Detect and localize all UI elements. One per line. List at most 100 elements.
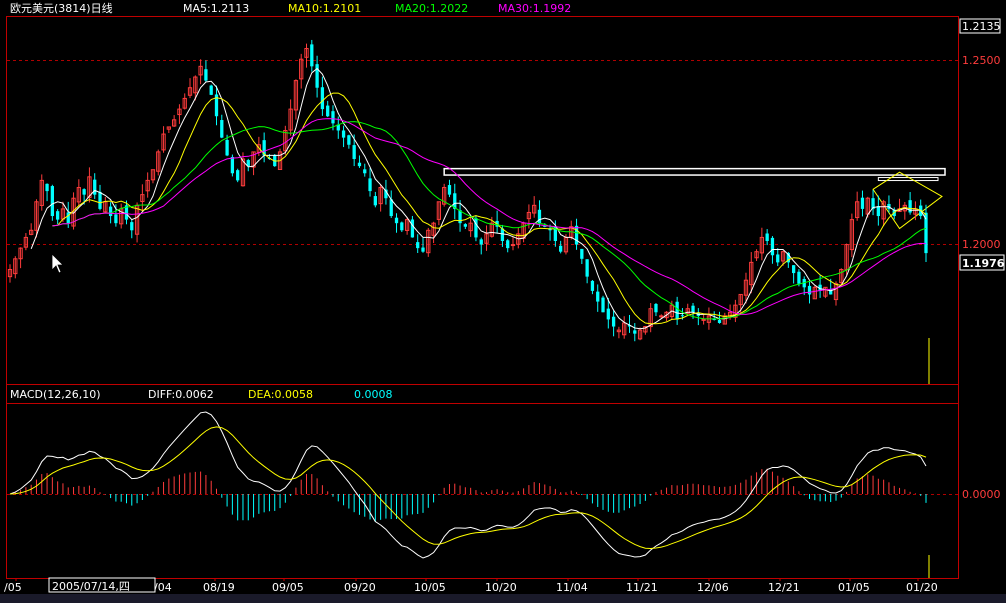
- date-tick-label: /05: [4, 581, 22, 594]
- date-tick-label: 09/05: [272, 581, 304, 594]
- candle-body-down: [770, 237, 775, 256]
- candle-body-down: [601, 297, 605, 313]
- candle-body-down: [606, 308, 610, 320]
- candle-body-up: [510, 244, 516, 247]
- date-tick-label: 09/20: [344, 581, 376, 594]
- candle-body-down: [791, 265, 796, 274]
- candle-body-down: [108, 206, 113, 217]
- price-tick-label: 1.2500: [962, 54, 1001, 67]
- candle-body-down: [590, 280, 595, 291]
- candle-body-down: [357, 162, 362, 167]
- candle-body-down: [410, 219, 415, 238]
- date-tick-label: 10/20: [485, 581, 517, 594]
- candle-body-down: [389, 199, 393, 217]
- resistance-box: [443, 167, 946, 176]
- candle-body-down: [93, 179, 97, 195]
- price-tick-label: 1.2000: [962, 238, 1001, 251]
- date-tick-label: 11/21: [626, 581, 658, 594]
- candle-body-down: [765, 233, 769, 241]
- candle-body-down: [130, 222, 134, 231]
- cursor-date-label: 2005/07/14,四: [52, 580, 130, 593]
- candle-body-down: [776, 254, 780, 263]
- candle-body-down: [633, 330, 637, 334]
- candle-body-down: [230, 156, 235, 174]
- candle-body-down: [500, 228, 505, 241]
- macd-zero-label: 0.0000: [962, 488, 1001, 501]
- candle-body-down: [315, 64, 319, 88]
- candle-body-down: [596, 291, 600, 302]
- candle-body-down: [580, 248, 584, 259]
- candle-body-down: [559, 245, 563, 252]
- candle-body-down: [341, 130, 346, 138]
- candle-body-down: [691, 305, 695, 313]
- candle-body-down: [574, 225, 579, 245]
- candle-body-down: [50, 186, 54, 217]
- candle-body-down: [807, 285, 812, 295]
- date-tick-label: 12/06: [697, 581, 729, 594]
- date-tick-label: 10/05: [414, 581, 446, 594]
- ma10-label: MA10:1.2101: [288, 2, 361, 15]
- ma30-label: MA30:1.1992: [498, 2, 571, 15]
- current-price-label: 1.1976: [962, 257, 1005, 270]
- candles: [7, 39, 928, 342]
- price-top-label: 1.2135: [962, 20, 1001, 33]
- ma20-label: MA20:1.2022: [395, 2, 468, 15]
- macd-value-label: 0.0008: [354, 388, 393, 401]
- candle-body-down: [352, 145, 356, 160]
- date-tick-label: 01/05: [838, 581, 870, 594]
- candle-body-down: [310, 44, 314, 67]
- macd-dea-label: DEA:0.0058: [248, 388, 313, 401]
- candle-body-down: [56, 211, 60, 220]
- bottom-tab-strip[interactable]: [0, 594, 1006, 603]
- macd-diff-label: DIFF:0.0062: [148, 388, 214, 401]
- candle-body-down: [82, 189, 86, 195]
- date-tick-label: 08/19: [203, 581, 235, 594]
- ma5-label: MA5:1.2113: [183, 2, 249, 15]
- candle-body-down: [680, 315, 685, 317]
- candle-body-up: [659, 315, 664, 318]
- candle-body-down: [447, 185, 452, 195]
- ma10-line: [52, 92, 927, 325]
- candle-body-down: [220, 120, 224, 138]
- candle-body-down: [876, 206, 880, 217]
- candle-body-down: [320, 87, 325, 110]
- candle-body-down: [416, 242, 420, 249]
- candle-body-down: [506, 240, 510, 249]
- moving-averages: [30, 67, 927, 330]
- date-tick-label: 11/04: [556, 581, 588, 594]
- candle-body-down: [400, 222, 404, 231]
- candle-body-down: [326, 105, 330, 117]
- date-tick-label: 12/21: [768, 581, 800, 594]
- mouse-pointer-icon: [51, 253, 64, 274]
- candle-body-down: [860, 197, 865, 209]
- candle-body-down: [236, 170, 240, 181]
- candle-body-down: [347, 135, 351, 145]
- candle-body-down: [458, 210, 462, 224]
- candle-body-down: [45, 183, 49, 192]
- annotations: [443, 167, 946, 578]
- candle-body-down: [368, 178, 372, 192]
- macd-panel: [9, 411, 927, 559]
- candle-body-down: [373, 196, 377, 206]
- candle-body-down: [204, 69, 208, 81]
- candle-body-down: [474, 218, 478, 238]
- date-tick-label: 01/20: [906, 581, 938, 594]
- candle-body-down: [463, 224, 467, 227]
- candle-body-down: [98, 191, 102, 209]
- macd-title: MACD(12,26,10): [10, 388, 101, 401]
- candle-body-down: [797, 271, 801, 284]
- candle-body-down: [114, 214, 118, 224]
- chart-title: 欧元美元(3814)日线: [10, 1, 113, 15]
- ma5-line: [30, 67, 927, 330]
- candle-body-down: [675, 301, 679, 320]
- candle-body-down: [479, 239, 483, 245]
- candle-body-up: [701, 318, 706, 321]
- candle-body-down: [421, 247, 425, 252]
- candle-body-down: [585, 259, 589, 277]
- candle-body-down: [209, 85, 213, 95]
- candle-body-down: [611, 316, 616, 327]
- candle-body-down: [654, 303, 658, 313]
- candle-body-down: [331, 111, 335, 124]
- candle-body-down: [717, 319, 722, 323]
- chart-canvas[interactable]: 欧元美元(3814)日线 MA5:1.2113 MA10:1.2101 MA20…: [0, 0, 1006, 603]
